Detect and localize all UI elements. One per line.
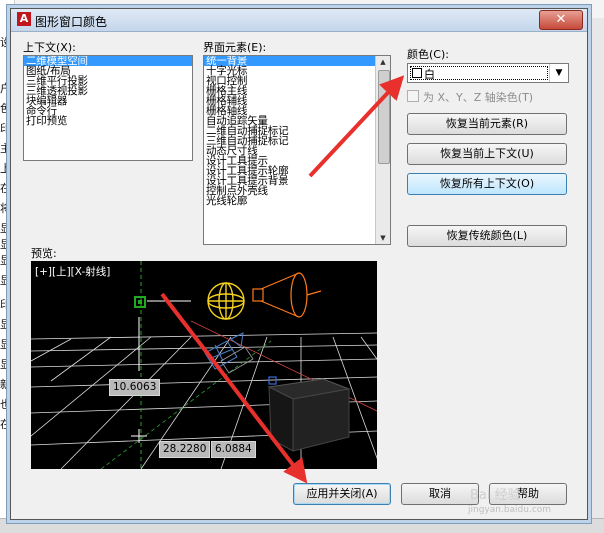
context-label: 上下文(X): — [23, 41, 76, 54]
scroll-thumb[interactable] — [378, 70, 390, 164]
watermark-logo: Bai 经验 — [470, 488, 521, 503]
snap-marker-dot — [138, 300, 142, 304]
chevron-down-icon[interactable]: ▼ — [549, 64, 568, 82]
color-value: 白 — [424, 68, 435, 81]
preview-label: 预览: — [31, 247, 57, 260]
autocad-logo-icon: A — [17, 12, 31, 26]
preview-viewport: [+][上][X-射线] 10.6063 28.2280 6.0884 — [31, 261, 377, 469]
interface-element-label: 界面元素(E): — [203, 41, 267, 54]
dialog-title: 图形窗口颜色 — [35, 15, 108, 29]
dimension-readout: 10.6063 — [109, 379, 161, 396]
camera-icon — [204, 332, 244, 370]
interface-element-listbox[interactable]: 统一背景 十字光标 视口控制 栅格主线 栅格辅线 栅格轴线 自动追踪矢量 二维自动捕捉标记 三维… — [203, 55, 391, 245]
restore-current-element-button[interactable]: 恢复当前元素(R) — [407, 113, 567, 135]
light-sphere-icon — [207, 282, 245, 320]
coordinate-x-readout: 28.2280 — [159, 441, 211, 458]
tint-axes-checkbox[interactable]: 为 X、Y、Z 轴染色(T) — [407, 89, 533, 105]
watermark-url: jingyan.baidu.com — [468, 505, 552, 515]
close-icon: ✕ — [555, 12, 567, 27]
color-label: 颜色(C): — [407, 48, 449, 61]
coordinate-y-readout: 6.0884 — [211, 441, 256, 458]
context-list-item[interactable]: 打印预览 — [24, 116, 192, 127]
restore-current-context-button[interactable]: 恢复当前上下文(U) — [407, 143, 567, 165]
restore-classic-colors-button[interactable]: 恢复传统颜色(L) — [407, 225, 567, 247]
context-listbox[interactable]: 二维模型空间 图纸/布局 三维平行投影 三维透视投影 块编辑器 命令行 打印预览 — [23, 55, 193, 161]
cancel-button[interactable]: 取消 — [401, 483, 479, 505]
spotlight-icon — [252, 272, 322, 318]
scroll-up-icon[interactable]: ▲ — [376, 56, 390, 68]
restore-all-contexts-button[interactable]: 恢复所有上下文(O) — [407, 173, 567, 195]
checkbox-box[interactable] — [407, 90, 419, 102]
element-list-scrollbar[interactable]: ▲ ▼ — [375, 56, 390, 244]
color-dropdown[interactable]: 白 ▼ — [407, 63, 569, 83]
scroll-down-icon[interactable]: ▼ — [376, 232, 390, 244]
viewport-label: [+][上][X-射线] — [35, 266, 111, 278]
selection-grip-icon — [268, 376, 277, 385]
close-button[interactable]: ✕ — [539, 10, 583, 30]
preview-scene — [31, 261, 377, 469]
background-status-strip — [0, 518, 604, 533]
element-list-item[interactable]: 光线轮廓 — [204, 196, 390, 207]
tint-axes-label: 为 X、Y、Z 轴染色(T) — [423, 91, 534, 104]
black-cube — [267, 378, 351, 452]
graphics-window-colors-dialog: A 图形窗口颜色 ✕ 上下文(X): 二维模型空间 图纸/布局 三维平行投影 三维透视… — [10, 8, 588, 520]
title-bar[interactable]: A 图形窗口颜色 ✕ — [11, 9, 587, 32]
apply-and-close-button[interactable]: 应用并关闭(A) — [293, 483, 391, 505]
camera-frustum-icon — [220, 346, 254, 374]
color-swatch — [412, 68, 422, 78]
